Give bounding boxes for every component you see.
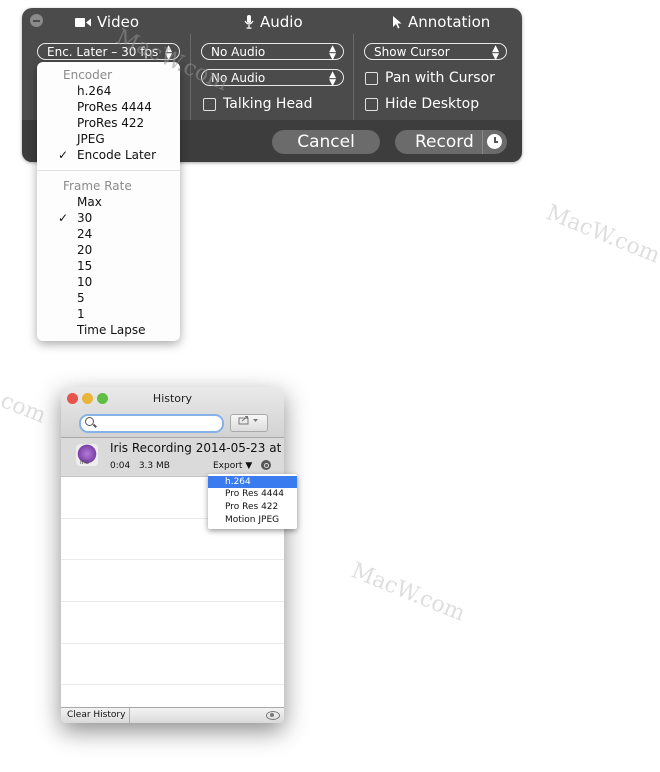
history-title: History <box>152 392 193 405</box>
popup-arrows-icon: ▲ ▼ <box>492 44 499 62</box>
row-divider <box>61 684 284 685</box>
record-button[interactable]: Record <box>395 130 507 154</box>
audio-source-1-value: No Audio <box>211 45 266 59</box>
cursor-arrow-icon <box>393 15 402 28</box>
menu-header-frame-rate: Frame Rate <box>63 179 132 193</box>
tab-audio[interactable]: Audio <box>244 11 303 33</box>
microphone-icon <box>244 15 254 29</box>
export-item-h264[interactable]: h.264 <box>208 476 297 488</box>
menu-header-encoder: Encoder <box>63 68 113 82</box>
export-item-motion-jpeg[interactable]: Motion JPEG <box>208 514 297 526</box>
clear-history-button[interactable]: Clear History <box>67 710 125 720</box>
watermark: com <box>0 388 50 429</box>
history-titlebar: History <box>61 387 284 438</box>
history-recording-row[interactable]: iris Iris Recording 2014-05-23 at 12 0:0… <box>61 438 284 477</box>
checkbox-box[interactable] <box>365 71 378 85</box>
menu-item-fps-30[interactable]: 30 <box>77 211 92 225</box>
menu-item-fps-10[interactable]: 10 <box>77 275 92 289</box>
history-window: History iris Iris Recording 2014-05-23 a… <box>61 387 284 723</box>
video-camera-icon <box>75 17 91 27</box>
watermark: MacW.com <box>347 558 469 627</box>
panel-tabs: Video Audio Annotation <box>22 8 522 34</box>
menu-item-h264[interactable]: h.264 <box>77 84 111 98</box>
menu-item-prores-422[interactable]: ProRes 422 <box>77 116 144 130</box>
recording-name: Iris Recording 2014-05-23 at 12 <box>110 441 284 455</box>
checkmark-icon: ✓ <box>58 148 69 162</box>
search-icon <box>85 417 94 426</box>
row-divider <box>61 601 284 602</box>
export-item-prores-422[interactable]: Pro Res 422 <box>208 501 297 513</box>
talking-head-label: Talking Head <box>223 96 313 112</box>
share-icon <box>238 416 258 425</box>
iris-logo-icon: iris <box>76 444 98 466</box>
menu-item-prores-4444[interactable]: ProRes 4444 <box>77 100 152 114</box>
menu-item-fps-24[interactable]: 24 <box>77 227 92 241</box>
menu-item-fps-5[interactable]: 5 <box>77 291 85 305</box>
reveal-magnifier-icon[interactable] <box>261 460 271 470</box>
column-divider <box>353 34 354 120</box>
menu-item-fps-max[interactable]: Max <box>77 195 102 209</box>
record-button-label: Record <box>415 132 474 152</box>
menu-item-jpeg[interactable]: JPEG <box>77 132 105 146</box>
tab-annotation-label: Annotation <box>408 13 491 31</box>
record-divider <box>482 130 483 154</box>
audio-source-popup-1[interactable]: No Audio ▲ ▼ <box>201 43 344 62</box>
watermark: MacW.com <box>542 200 660 269</box>
cursor-popup-value: Show Cursor <box>374 45 450 59</box>
menu-divider <box>37 170 180 171</box>
timer-clock-icon[interactable] <box>487 134 502 149</box>
recording-duration: 0:04 <box>110 461 131 471</box>
export-item-prores-4444[interactable]: Pro Res 4444 <box>208 488 297 500</box>
recording-meta: 0:04 3.3 MB <box>110 461 170 471</box>
talking-head-checkbox[interactable]: Talking Head <box>203 96 313 112</box>
popup-arrows-icon: ▲ ▼ <box>329 44 336 62</box>
history-search-input[interactable] <box>79 414 224 433</box>
menu-item-fps-20[interactable]: 20 <box>77 243 92 257</box>
cancel-button[interactable]: Cancel <box>272 130 380 154</box>
menu-item-encode-later[interactable]: Encode Later <box>77 148 156 162</box>
export-menu: h.264 Pro Res 4444 Pro Res 422 Motion JP… <box>208 474 297 529</box>
cursor-popup[interactable]: Show Cursor ▲ ▼ <box>364 43 507 62</box>
checkbox-box[interactable] <box>365 97 378 111</box>
tab-audio-label: Audio <box>260 13 303 31</box>
eye-icon[interactable] <box>266 711 280 720</box>
tab-annotation[interactable]: Annotation <box>393 11 490 33</box>
hide-desktop-label: Hide Desktop <box>385 96 480 112</box>
export-button[interactable]: Export ▼ <box>213 461 252 471</box>
footer-divider <box>129 708 130 723</box>
encoder-menu: Encoder h.264 ProRes 4444 ProRes 422 JPE… <box>37 62 180 341</box>
pan-with-cursor-label: Pan with Cursor <box>385 70 495 86</box>
recording-size: 3.3 MB <box>138 461 170 471</box>
close-icon[interactable] <box>30 14 43 27</box>
row-divider <box>61 559 284 560</box>
row-divider <box>61 643 284 644</box>
menu-item-fps-15[interactable]: 15 <box>77 259 92 273</box>
hide-desktop-checkbox[interactable]: Hide Desktop <box>365 96 479 112</box>
pan-with-cursor-checkbox[interactable]: Pan with Cursor <box>365 70 495 86</box>
share-button[interactable] <box>230 414 268 432</box>
menu-item-time-lapse[interactable]: Time Lapse <box>77 323 145 337</box>
popup-arrows-icon: ▲ ▼ <box>329 70 336 88</box>
checkbox-box[interactable] <box>203 97 216 111</box>
menu-item-fps-1[interactable]: 1 <box>77 307 85 321</box>
history-footer: Clear History <box>61 707 284 723</box>
iris-logo-text: iris <box>80 459 89 466</box>
checkmark-icon: ✓ <box>58 211 69 225</box>
